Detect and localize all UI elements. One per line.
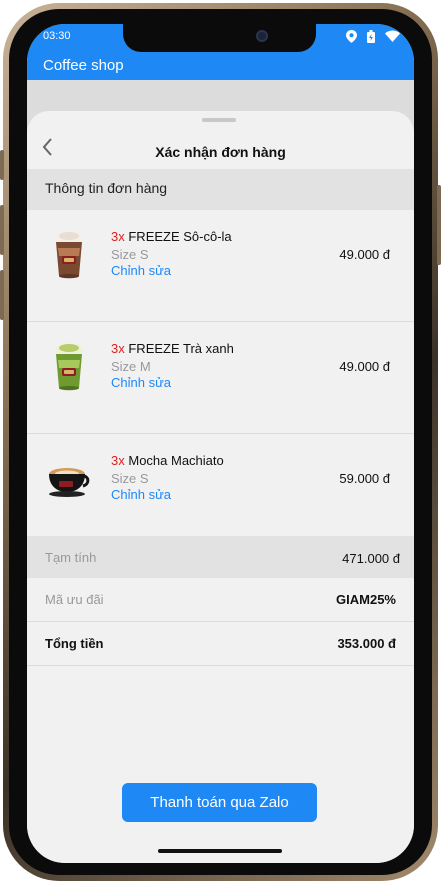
item-price: 49.000 đ [339, 247, 390, 262]
voucher-label: Mã ưu đãi [45, 592, 104, 607]
edit-item-link[interactable]: Chỉnh sửa [111, 487, 171, 502]
power-button [437, 185, 441, 265]
item-quantity: 3x [111, 341, 125, 356]
battery-charging-icon [367, 30, 375, 46]
total-row: Tổng tiền 353.000 đ [27, 622, 414, 666]
item-name: FREEZE Trà xanh [128, 341, 234, 356]
item-price: 59.000 đ [339, 471, 390, 486]
edit-item-link[interactable]: Chỉnh sửa [111, 263, 171, 278]
status-icons [346, 30, 400, 46]
status-time: 03:30 [43, 30, 71, 42]
item-quantity: 3x [111, 453, 125, 468]
pay-with-zalo-button[interactable]: Thanh toán qua Zalo [122, 783, 317, 822]
item-name: Mocha Machiato [128, 453, 224, 468]
home-indicator[interactable] [158, 849, 282, 853]
item-name-line: 3x FREEZE Sô-cô-la [111, 229, 232, 244]
order-confirmation-sheet: Xác nhận đơn hàng Thông tin đơn hàng 3x … [27, 111, 414, 863]
voucher-code: GIAM25% [336, 592, 396, 607]
total-label: Tổng tiền [45, 636, 104, 651]
app-title: Coffee shop [43, 57, 124, 74]
total-value: 353.000 đ [337, 636, 396, 651]
item-name-line: 3x Mocha Machiato [111, 453, 224, 468]
frappe-greentea-icon [47, 342, 91, 391]
order-item: 3x Mocha Machiato Size S Chỉnh sửa 59.00… [27, 434, 414, 546]
drag-handle[interactable] [202, 118, 236, 122]
volume-up-button [0, 205, 4, 255]
sheet-title: Xác nhận đơn hàng [155, 144, 286, 160]
order-item: 3x FREEZE Sô-cô-la Size S Chỉnh sửa 49.0… [27, 210, 414, 322]
section-label: Thông tin đơn hàng [45, 180, 168, 196]
item-name: FREEZE Sô-cô-la [128, 229, 232, 244]
screen: 03:30 Coffee shop Xác nhận đơn hàng Thôn… [27, 24, 414, 863]
coffee-cup-icon [47, 454, 91, 502]
volume-down-button [0, 270, 4, 320]
notch [123, 24, 316, 52]
item-quantity: 3x [111, 229, 125, 244]
item-size: Size S [111, 247, 149, 262]
wifi-icon [385, 30, 400, 46]
subtotal-row: Tạm tính 471.000 đ [27, 536, 414, 578]
item-name-line: 3x FREEZE Trà xanh [111, 341, 234, 356]
frappe-chocolate-icon [47, 230, 91, 279]
section-header: Thông tin đơn hàng [27, 169, 414, 210]
subtotal-label: Tạm tính [45, 550, 97, 565]
order-item: 3x FREEZE Trà xanh Size M Chỉnh sửa 49.0… [27, 322, 414, 434]
mute-switch [0, 150, 4, 180]
location-icon [346, 30, 357, 46]
app-bar: Coffee shop [27, 52, 414, 80]
edit-item-link[interactable]: Chỉnh sửa [111, 375, 171, 390]
voucher-row[interactable]: Mã ưu đãi GIAM25% [27, 578, 414, 622]
item-price: 49.000 đ [339, 359, 390, 374]
front-camera [256, 30, 268, 42]
item-size: Size S [111, 471, 149, 486]
subtotal-value: 471.000 đ [342, 551, 400, 566]
item-size: Size M [111, 359, 151, 374]
